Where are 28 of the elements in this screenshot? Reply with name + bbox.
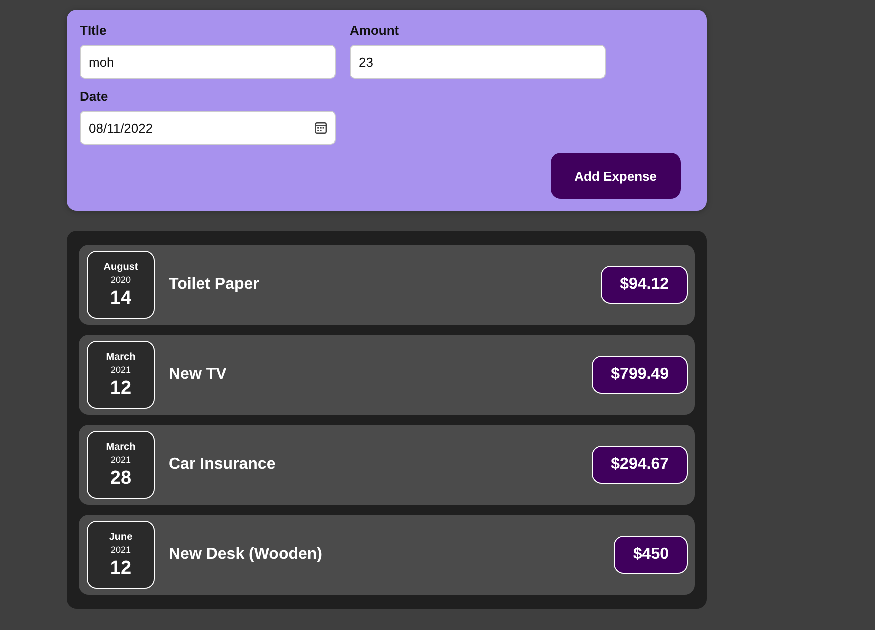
day-label: 12: [110, 556, 132, 580]
day-label: 28: [110, 466, 132, 490]
calendar-icon[interactable]: [315, 122, 327, 134]
month-label: August: [104, 260, 138, 274]
field-label: Amount: [350, 23, 400, 39]
year-label: 2021: [110, 544, 132, 556]
day-label: 14: [110, 286, 132, 310]
expense-amount: $450: [614, 536, 688, 574]
expense-title: New TV: [169, 366, 227, 384]
expense-amount: $799.49: [592, 356, 688, 394]
date-field[interactable]: 08/11/2022: [80, 111, 336, 145]
day-label: 12: [110, 376, 132, 400]
year-label: 2020: [110, 274, 132, 286]
month-label: March: [106, 440, 136, 454]
expense-title: Toilet Paper: [169, 276, 260, 294]
expense-amount: $294.67: [592, 446, 688, 484]
expense-title: Car Insurance: [169, 456, 276, 474]
input-field[interactable]: moh: [80, 45, 336, 79]
year-label: 2021: [110, 454, 132, 466]
input-field[interactable]: 23: [350, 45, 606, 79]
year-label: 2021: [110, 364, 132, 376]
expense-title: New Desk (Wooden): [169, 546, 322, 564]
add-expense-button[interactable]: Add Expense: [550, 153, 681, 199]
field-label: TItle: [80, 23, 107, 39]
expense-amount: $94.12: [601, 266, 688, 304]
month-label: March: [106, 350, 136, 364]
month-label: June: [109, 530, 133, 544]
field-label: Date: [80, 89, 108, 105]
